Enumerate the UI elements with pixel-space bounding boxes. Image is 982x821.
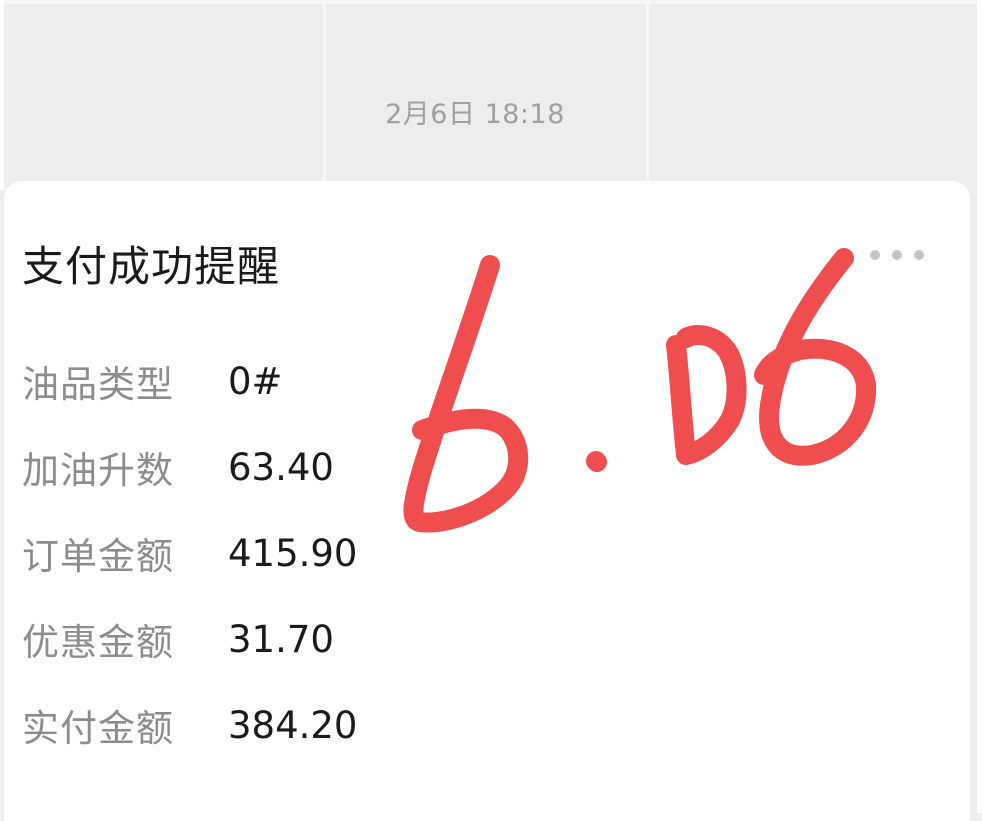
detail-value: 31.70	[228, 617, 334, 661]
detail-row-fuel-type: 油品类型 0#	[22, 356, 283, 407]
background-divider	[0, 0, 982, 4]
detail-row-order-amount: 订单金额 415.90	[22, 528, 358, 579]
detail-label: 油品类型	[22, 363, 174, 406]
more-horizontal-icon[interactable]	[870, 249, 924, 261]
dot	[892, 250, 902, 260]
dot	[914, 250, 924, 260]
detail-value: 384.20	[228, 703, 358, 747]
dot	[870, 250, 880, 260]
detail-row-discount: 优惠金额 31.70	[22, 614, 334, 665]
detail-label: 实付金额	[22, 707, 174, 750]
card-title: 支付成功提醒	[22, 242, 281, 291]
detail-row-liters: 加油升数 63.40	[22, 442, 334, 493]
detail-label: 订单金额	[22, 535, 174, 578]
background-divider	[977, 0, 982, 813]
detail-label: 优惠金额	[22, 621, 174, 664]
detail-value: 63.40	[228, 445, 334, 489]
detail-label: 加油升数	[22, 449, 174, 492]
payment-success-card[interactable]: 支付成功提醒 油品类型 0# 加油升数 63.40 订单金额 415.90 优惠…	[4, 181, 970, 821]
detail-row-paid-amount: 实付金额 384.20	[22, 700, 358, 751]
detail-value: 415.90	[228, 531, 358, 575]
message-timestamp: 2月6日 18:18	[385, 99, 565, 130]
detail-value: 0#	[228, 359, 283, 403]
